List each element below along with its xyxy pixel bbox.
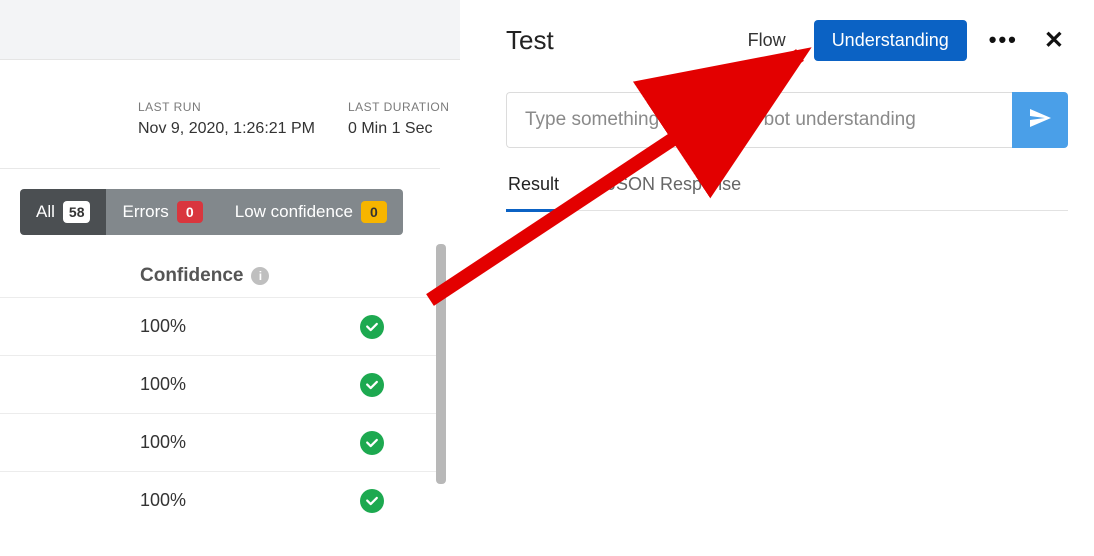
check-icon	[360, 431, 384, 455]
last-run-block: LAST RUN Nov 9, 2020, 1:26:21 PM	[138, 100, 348, 138]
more-icon[interactable]: •••	[985, 23, 1022, 57]
confidence-value: 100%	[140, 432, 360, 453]
filter-lowconf-count-badge: 0	[361, 201, 387, 223]
close-icon[interactable]: ✕	[1040, 22, 1068, 59]
filter-lowconf-label: Low confidence	[235, 202, 353, 222]
filter-all-tab[interactable]: All 58	[20, 189, 106, 235]
result-tabs: Result JSON Response	[506, 174, 1068, 211]
tab-json-response[interactable]: JSON Response	[605, 174, 743, 210]
send-icon	[1028, 106, 1052, 135]
run-metadata: LAST RUN Nov 9, 2020, 1:26:21 PM LAST DU…	[0, 60, 460, 168]
test-utterance-input[interactable]	[506, 92, 1012, 148]
check-icon	[360, 373, 384, 397]
confidence-value: 100%	[140, 374, 360, 395]
filter-errors-count-badge: 0	[177, 201, 203, 223]
test-panel-header: Test Flow Understanding ••• ✕	[506, 18, 1068, 62]
confidence-value: 100%	[140, 316, 360, 337]
last-duration-value: 0 Min 1 Sec	[348, 120, 449, 138]
filter-lowconf-tab[interactable]: Low confidence 0	[219, 189, 403, 235]
filter-errors-label: Errors	[122, 202, 168, 222]
last-run-label: LAST RUN	[138, 100, 348, 114]
table-row[interactable]: 100%	[0, 297, 440, 355]
check-icon	[360, 315, 384, 339]
filter-errors-tab[interactable]: Errors 0	[106, 189, 218, 235]
send-button[interactable]	[1012, 92, 1068, 148]
table-row[interactable]: 100%	[0, 355, 440, 413]
left-panel: LAST RUN Nov 9, 2020, 1:26:21 PM LAST DU…	[0, 0, 460, 556]
filter-all-count-badge: 58	[63, 201, 91, 223]
check-icon	[360, 489, 384, 513]
left-header-background	[0, 0, 460, 60]
table-row[interactable]: 100%	[0, 413, 440, 471]
confidence-header-text: Confidence	[140, 265, 243, 287]
test-panel: Test Flow Understanding ••• ✕ Result JSO…	[474, 0, 1094, 556]
confidence-column-header: Confidence i	[140, 265, 440, 287]
test-panel-title: Test	[506, 25, 720, 56]
results-card: All 58 Errors 0 Low confidence 0 Confide…	[0, 168, 440, 529]
last-duration-label: LAST DURATION	[348, 100, 449, 114]
filter-all-label: All	[36, 202, 55, 222]
table-row[interactable]: 100%	[0, 471, 440, 529]
confidence-value: 100%	[140, 490, 360, 511]
last-duration-block: LAST DURATION 0 Min 1 Sec	[348, 100, 449, 138]
mode-understanding-tab[interactable]: Understanding	[814, 20, 967, 61]
tab-result[interactable]: Result	[506, 174, 561, 212]
test-input-row	[506, 92, 1068, 148]
last-run-value: Nov 9, 2020, 1:26:21 PM	[138, 120, 348, 138]
mode-flow-tab[interactable]: Flow	[738, 24, 796, 57]
filter-tabs: All 58 Errors 0 Low confidence 0	[20, 189, 403, 235]
info-icon[interactable]: i	[251, 267, 269, 285]
scrollbar-thumb[interactable]	[436, 244, 446, 484]
